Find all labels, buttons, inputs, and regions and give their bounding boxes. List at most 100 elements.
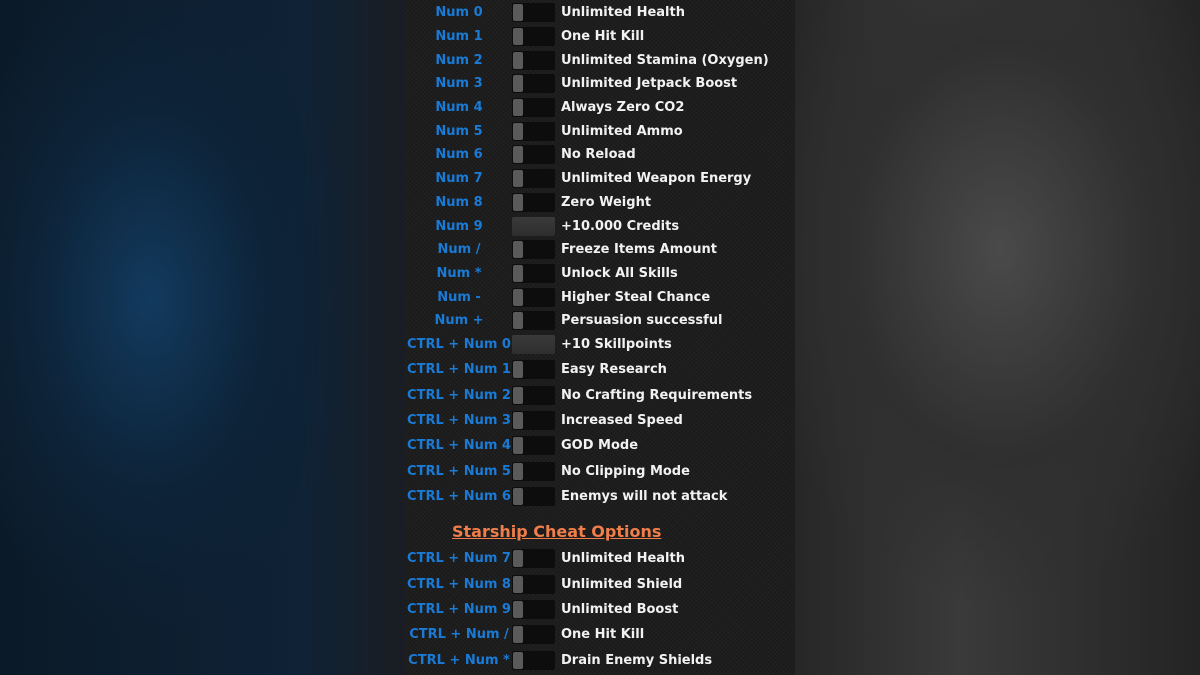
hotkey-label: CTRL + Num 0 [407,336,511,352]
toggle-knob [513,437,523,455]
cheat-section-main: Num 0 Unlimited Health Num 1 One Hit Kill Nu… [405,1,795,356]
cheat-label: One Hit Kill [561,627,645,643]
cheat-row: CTRL + Num 5 No Clipping Mode [405,459,795,484]
cheat-label: Unlock All Skills [561,265,678,281]
cheat-toggle[interactable] [512,360,555,380]
cheat-toggle[interactable] [512,121,555,141]
cheat-toggle[interactable] [512,461,555,481]
cheat-toggle[interactable] [512,169,555,189]
toggle-knob [513,386,523,404]
toggle-knob [513,122,523,140]
cheat-row: Num 4 Always Zero CO2 [405,96,795,120]
hotkey-label: CTRL + Num 9 [407,601,511,617]
cheat-toggle[interactable] [512,192,555,212]
hotkey-label: Num 1 [435,29,483,45]
cheat-label: Zero Weight [561,194,652,210]
cheat-toggle[interactable] [512,263,555,283]
hotkey-label: CTRL + Num 8 [407,576,511,592]
cheat-row: CTRL + Num 2 No Crafting Requirements [405,382,795,407]
hotkey-label: Num 2 [435,52,483,68]
cheat-toggle[interactable] [512,625,555,645]
cheat-section-ctrl: CTRL + Num 1 Easy Research CTRL + Num 2 No … [405,357,795,509]
cheat-toggle[interactable] [512,487,555,507]
cheat-toggle[interactable] [512,240,555,260]
cheat-toggle[interactable] [512,3,555,23]
hotkey-label: CTRL + Num 5 [407,463,511,479]
cheat-label: No Clipping Mode [561,463,690,479]
cheat-label: Unlimited Health [561,5,685,21]
cheat-section-starship: CTRL + Num 7 Unlimited Health CTRL + Num 8… [405,546,795,673]
cheat-toggle[interactable] [512,74,555,94]
hotkey-label: Num 9 [435,218,483,234]
cheat-row: CTRL + Num 4 GOD Mode [405,433,795,458]
hotkey-label: Num 8 [435,194,483,210]
cheat-row: CTRL + Num * Drain Enemy Shields [405,648,795,673]
hotkey-label: CTRL + Num 3 [407,412,511,428]
toggle-knob [513,550,523,568]
cheat-toggle[interactable] [512,145,555,165]
hotkey-label: CTRL + Num 2 [407,387,511,403]
hotkey-label: Num 6 [435,147,483,163]
cheat-toggle[interactable] [512,549,555,569]
cheat-label: Unlimited Ammo [561,123,683,139]
cheat-label: No Reload [561,147,636,163]
activate-button[interactable] [512,216,555,236]
cheat-label: Unlimited Health [561,551,685,567]
toggle-knob [513,241,523,259]
cheat-label: Unlimited Shield [561,576,683,592]
cheat-label: Always Zero CO2 [561,100,685,116]
cheat-row: CTRL + Num 8 Unlimited Shield [405,571,795,596]
cheat-toggle[interactable] [512,385,555,405]
cheat-toggle[interactable] [512,599,555,619]
toggle-knob [513,170,523,188]
cheat-toggle[interactable] [512,410,555,430]
toggle-knob [513,600,523,618]
toggle-knob [513,462,523,480]
toggle-knob [513,312,523,330]
cheat-toggle[interactable] [512,27,555,47]
cheat-label: Unlimited Jetpack Boost [561,76,738,92]
cheat-row: Num * Unlock All Skills [405,262,795,286]
toggle-knob [513,288,523,306]
cheat-toggle[interactable] [512,287,555,307]
hotkey-label: Num + [434,313,484,329]
cheat-row: Num 0 Unlimited Health [405,1,795,25]
cheat-row: Num 9 +10.000 Credits [405,214,795,238]
cheat-label: Unlimited Stamina (Oxygen) [561,52,769,68]
cheat-toggle[interactable] [512,311,555,331]
cheat-label: Unlimited Boost [561,601,679,617]
activate-button[interactable] [512,334,555,354]
cheat-row: Num 1 One Hit Kill [405,25,795,49]
cheat-toggle[interactable] [512,650,555,670]
toggle-knob [513,651,523,669]
toggle-knob [513,28,523,46]
cheat-label: Higher Steal Chance [561,289,711,305]
cheat-label: Easy Research [561,362,667,378]
cheat-toggle[interactable] [512,436,555,456]
toggle-knob [513,4,523,22]
trainer-panel: Num 0 Unlimited Health Num 1 One Hit Kill Nu… [405,0,795,675]
hotkey-label: CTRL + Num 1 [407,362,511,378]
toggle-knob [513,51,523,69]
cheat-row: Num 8 Zero Weight [405,191,795,215]
hotkey-label: Num 0 [435,5,483,21]
cheat-label: +10.000 Credits [561,218,680,234]
cheat-row: Num 2 Unlimited Stamina (Oxygen) [405,48,795,72]
toggle-knob [513,146,523,164]
hotkey-label: Num 4 [435,100,483,116]
cheat-toggle[interactable] [512,574,555,594]
hotkey-label: CTRL + Num 4 [407,438,511,454]
cheat-row: CTRL + Num 3 Increased Speed [405,408,795,433]
cheat-toggle[interactable] [512,98,555,118]
cheat-toggle[interactable] [512,50,555,70]
toggle-knob [513,488,523,506]
cheat-label: Drain Enemy Shields [561,652,713,668]
hotkey-label: Num * [436,265,482,281]
cheat-row: Num - Higher Steal Chance [405,285,795,309]
hotkey-label: CTRL + Num 7 [407,551,511,567]
cheat-row: CTRL + Num 7 Unlimited Health [405,546,795,571]
hotkey-label: CTRL + Num / [409,627,509,643]
starship-section-header: Starship Cheat Options [452,522,662,541]
hotkey-label: Num - [437,289,481,305]
cheat-label: Freeze Items Amount [561,242,717,258]
